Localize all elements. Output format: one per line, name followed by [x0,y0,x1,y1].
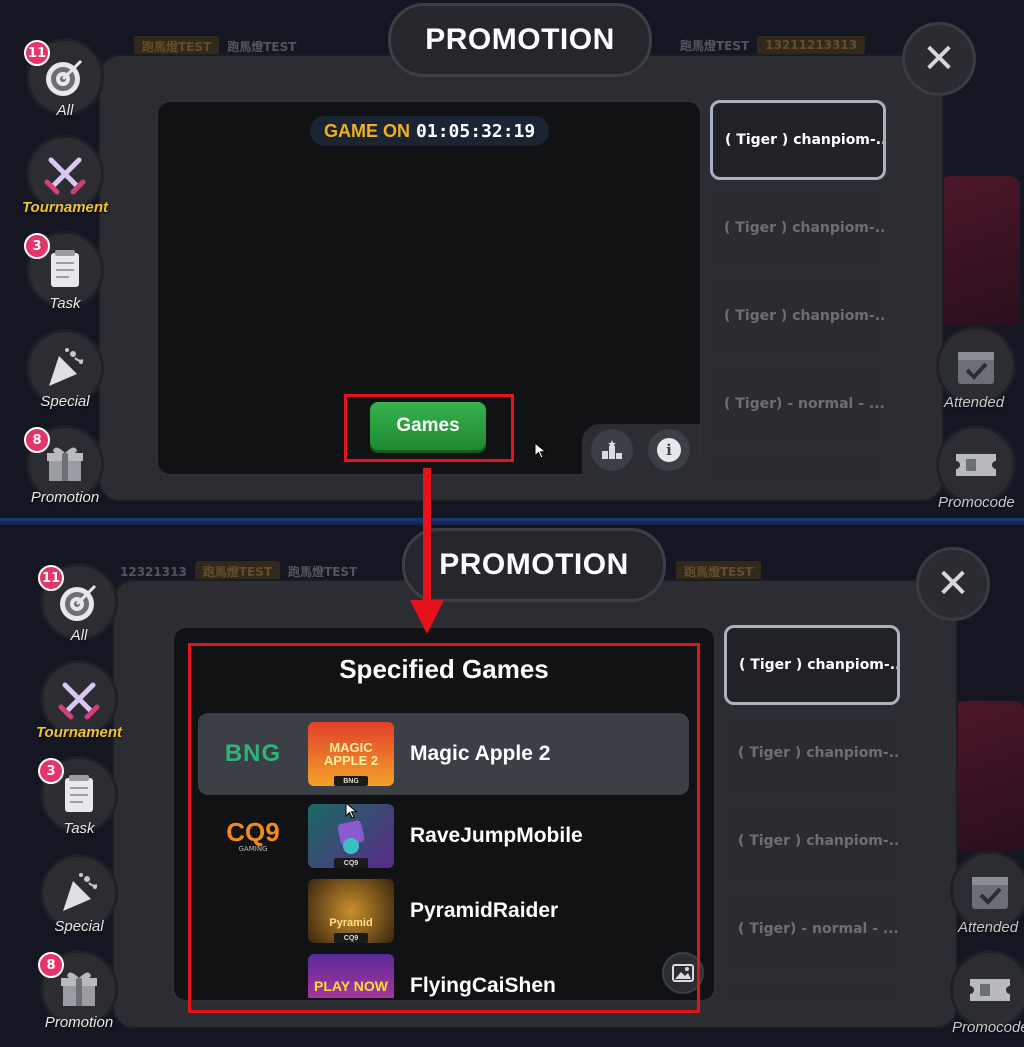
close-icon: ✕ [922,36,956,82]
promotion-item-label: ( Tiger) - normal - ... [724,396,885,412]
notification-badge: 11 [38,565,64,591]
ticker-text: 跑馬燈TEST [288,565,358,579]
sidenav-all[interactable]: 11 All [34,563,124,644]
sidenav-tournament[interactable]: Tournament [20,135,110,216]
ticker-text: 12321313 [120,564,187,579]
annotation-arrow-shaft [423,468,431,604]
sidenav-label: All [56,102,74,119]
game-timer: GAME ON 01:05:32:19 [310,116,550,146]
leaderboard-button[interactable] [591,429,633,471]
annotation-arrow-head [410,600,444,634]
sidenav-label: Tournament [21,199,109,216]
sidenav-special[interactable]: Special [20,329,110,410]
modal-title: PROMOTION [388,3,652,77]
sidenav-task[interactable]: 3 Task [20,231,110,312]
sidenav-label: Task [49,295,81,312]
info-icon: i [657,438,681,462]
timer-countdown: 01:05:32:19 [416,120,536,142]
close-button[interactable]: ✕ [916,547,990,621]
promotion-item-label: ( Tiger ) chanpiom-... [725,132,886,148]
close-icon: ✕ [936,561,970,607]
marquee-ticker: 跑馬燈TEST 13211213313 [680,36,866,54]
highlight-box-games [344,394,514,462]
promotion-item[interactable] [710,452,886,480]
promotion-item-label: ( Tiger ) chanpiom-... [724,220,886,236]
promotion-list: ( Tiger ) chanpiom-... ( Tiger ) chanpio… [710,100,886,480]
ticker-chip: 13211213313 [757,36,866,54]
promotion-item-label: ( Tiger ) chanpiom-... [724,308,886,324]
timer-status: GAME ON [324,120,411,141]
promocode-button[interactable] [936,425,1016,505]
promocode-label: Promocode [938,494,1015,511]
ticket-icon [956,454,996,476]
highlight-box-specified-games [188,643,700,1013]
mouse-cursor-icon [534,442,547,459]
tutorial-composite: 跑馬燈TEST 跑馬燈TEST 跑馬燈TEST 13211213313 PROM… [0,0,1024,1047]
notification-badge: 3 [24,233,50,259]
gift-icon [47,447,83,481]
close-button[interactable]: ✕ [902,22,976,96]
ticker-text: 跑馬燈TEST [227,40,297,54]
promotion-item[interactable]: ( Tiger ) chanpiom-... [724,625,900,705]
promotion-item[interactable]: ( Tiger ) chanpiom-... [710,188,886,268]
promotion-item[interactable]: ( Tiger ) chanpiom-... [710,100,886,180]
promotion-panel-before: 跑馬燈TEST 跑馬燈TEST 跑馬燈TEST 13211213313 PROM… [0,0,1024,520]
promotion-item[interactable]: ( Tiger) - normal - ... [710,364,886,444]
target-icon [60,584,97,621]
info-button[interactable]: i [648,429,690,471]
podium-icon [602,440,622,459]
party-popper-icon [49,348,84,386]
background-game-card [940,176,1020,326]
attended-label: Attended [944,394,1005,411]
calendar-check-icon [958,352,994,384]
target-icon [46,59,83,96]
notification-badge: 8 [24,427,50,453]
sidenav-label: All [70,627,88,644]
sidenav-promotion[interactable]: 8 Promotion [20,425,110,506]
promotion-item-label: ( Tiger ) chanpiom-... [739,657,900,673]
notepad-icon [51,250,79,287]
crossed-swords-icon [44,157,86,195]
notification-badge: 11 [24,40,50,66]
promocode-label: Promocode [952,1019,1024,1036]
ticker-text: 跑馬燈TEST [680,38,750,53]
modal-title: PROMOTION [402,528,666,602]
sidenav-label: Promotion [44,1014,114,1031]
sidenav-label: Special [40,393,90,410]
promotion-item[interactable]: ( Tiger ) chanpiom-... [710,276,886,356]
sidenav-all[interactable]: 11 All [20,38,110,119]
sidenav-label: Promotion [30,489,100,506]
